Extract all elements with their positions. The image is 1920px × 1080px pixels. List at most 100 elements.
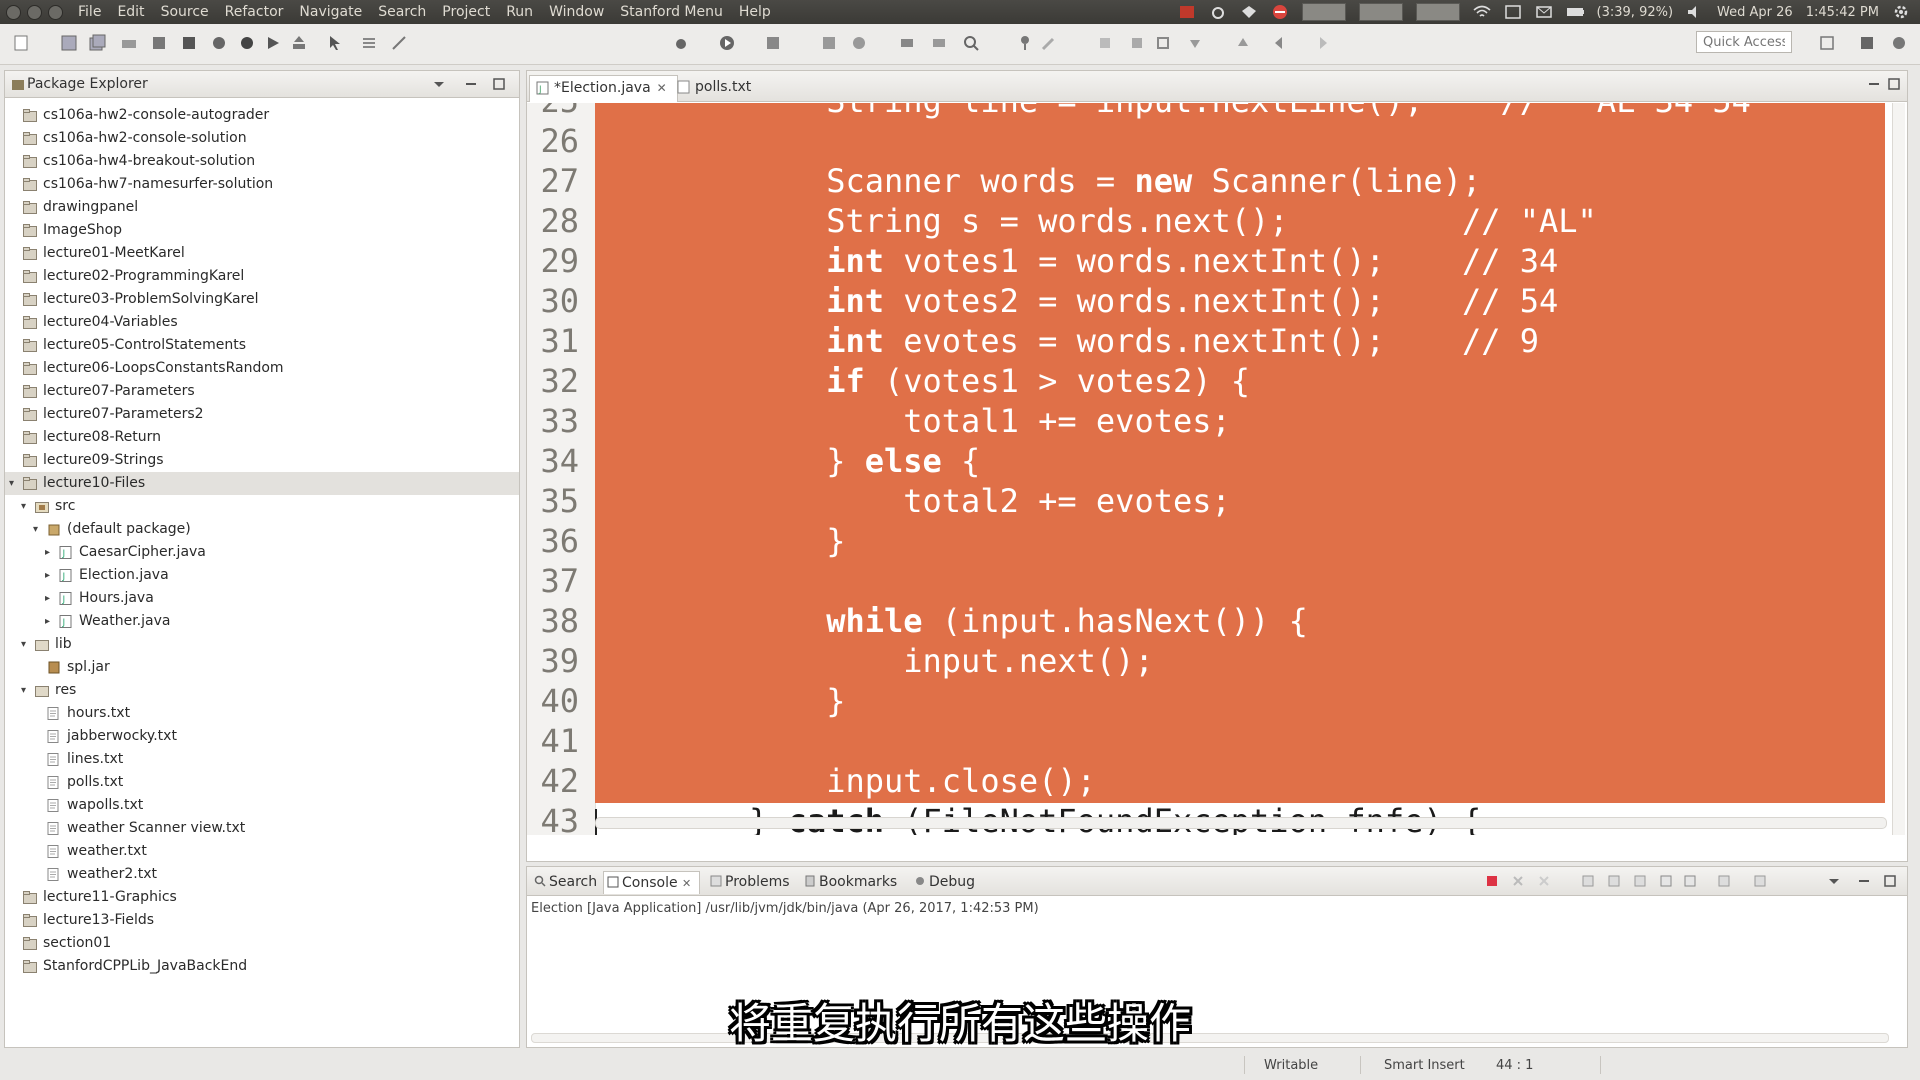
toggle-mark-icon[interactable] [1096,34,1114,52]
edit-marker-icon[interactable] [1040,34,1058,52]
tree-item[interactable]: lecture01-MeetKarel [5,242,519,265]
block-select-icon[interactable] [1154,34,1172,52]
open-perspective-icon[interactable] [1818,34,1836,52]
collapse-arrow-icon[interactable]: ▾ [21,633,31,656]
tree-item[interactable]: ▸ J Weather.java [5,610,519,633]
close-window-button[interactable] [6,4,21,20]
tree-item[interactable]: ▸ J CaesarCipher.java [5,541,519,564]
tree-item[interactable]: lecture05-ControlStatements [5,334,519,357]
tree-item[interactable]: weather.txt [5,840,519,863]
menu-run[interactable]: Run [498,0,541,24]
network-icon[interactable] [1209,4,1227,20]
upload-icon[interactable] [290,34,308,52]
tree-item[interactable]: ▾ lecture10-Files [5,472,519,495]
code-line[interactable]: int votes2 = words.nextInt(); // 54 [595,281,1558,321]
minimize-icon[interactable] [463,76,479,92]
tree-item[interactable]: lines.txt [5,748,519,771]
volume-icon[interactable] [1686,4,1704,20]
scroll-lock-icon[interactable] [1607,874,1623,888]
grid-icon[interactable] [180,34,198,52]
expand-arrow-icon[interactable]: ▸ [45,541,55,564]
do-not-disturb-icon[interactable] [1271,4,1289,20]
display-console-icon[interactable] [1717,874,1733,888]
code-line[interactable]: if (votes1 > votes2) { [595,361,1250,401]
view-menu-icon[interactable] [431,76,447,92]
pin-icon[interactable] [1016,34,1034,52]
tree-item[interactable]: ImageShop [5,219,519,242]
debug-perspective-icon[interactable] [1890,34,1908,52]
maximize-window-button[interactable] [48,4,63,20]
save-all-icon[interactable] [88,34,106,52]
debug-icon[interactable] [672,34,690,52]
console-view-menu-icon[interactable] [1827,874,1843,888]
tree-item[interactable]: spl.jar [5,656,519,679]
tree-item[interactable]: cs106a-hw7-namesurfer-solution [5,173,519,196]
code-line[interactable]: input.next(); [595,641,1153,681]
editor-maximize-icon[interactable] [1887,77,1901,91]
tree-item[interactable]: weather2.txt [5,863,519,886]
vertical-scrollbar[interactable] [1892,103,1905,835]
editor-minimize-icon[interactable] [1867,77,1881,91]
clear-console-icon[interactable] [1581,874,1597,888]
next-annotation-icon[interactable] [1186,34,1204,52]
tree-item[interactable]: lecture13-Fields [5,909,519,932]
tree-item[interactable]: cs106a-hw2-console-solution [5,127,519,150]
new-java-project-icon[interactable] [820,34,838,52]
menu-file[interactable]: File [70,0,109,24]
close-tab-icon[interactable]: ✕ [682,877,691,890]
console-minimize-icon[interactable] [1857,874,1873,888]
battery-icon[interactable] [1566,4,1584,20]
code-line[interactable]: String line = input.nextLine(); // "AL 3… [595,103,1770,121]
word-wrap-icon[interactable] [1633,874,1649,888]
collapse-arrow-icon[interactable]: ▾ [9,472,19,495]
menu-edit[interactable]: Edit [109,0,152,24]
run-icon[interactable] [718,34,736,52]
show-console-icon[interactable] [1683,874,1699,888]
collapse-arrow-icon[interactable]: ▾ [33,518,43,541]
new-class-icon[interactable] [850,34,868,52]
code-line[interactable]: } [595,521,845,561]
code-line[interactable]: } [595,681,845,721]
tree-item[interactable]: lecture09-Strings [5,449,519,472]
tree-item[interactable]: weather Scanner view.txt [5,817,519,840]
tree-item[interactable]: cs106a-hw4-breakout-solution [5,150,519,173]
java-perspective-icon[interactable] [1858,34,1876,52]
wifi-icon[interactable] [1473,4,1491,20]
keyboard-layout-icon[interactable] [1504,4,1522,20]
tree-item[interactable]: lecture07-Parameters2 [5,403,519,426]
terminate-icon[interactable] [1485,874,1501,888]
tree-item[interactable]: ▸ J Hours.java [5,587,519,610]
code-line[interactable]: Scanner words = new Scanner(line); [595,161,1481,201]
tree-item[interactable]: StanfordCPPLib_JavaBackEnd [5,955,519,978]
console-maximize-icon[interactable] [1883,874,1899,888]
run-karel-icon[interactable] [210,34,228,52]
list-icon[interactable] [360,34,378,52]
tree-item[interactable]: ▾ res [5,679,519,702]
tab-problems[interactable]: Problems [707,871,790,893]
menu-navigate[interactable]: Navigate [291,0,370,24]
tree-item[interactable]: lecture03-ProblemSolvingKarel [5,288,519,311]
tree-item[interactable]: hours.txt [5,702,519,725]
tree-item[interactable]: lecture06-LoopsConstantsRandom [5,357,519,380]
tree-item[interactable]: lecture07-Parameters [5,380,519,403]
debug-karel-icon[interactable] [238,34,256,52]
tree-item[interactable]: polls.txt [5,771,519,794]
expand-arrow-icon[interactable]: ▸ [45,564,55,587]
menu-project[interactable]: Project [434,0,498,24]
open-task-icon[interactable] [930,34,948,52]
horizontal-scrollbar[interactable] [595,817,1887,829]
java-run-icon[interactable] [264,34,282,52]
code-line[interactable]: total2 += evotes; [595,481,1231,521]
tree-item[interactable]: wapolls.txt [5,794,519,817]
clock-date[interactable]: Wed Apr 26 [1717,5,1793,20]
back-icon[interactable] [1272,34,1290,52]
settings-gear-icon[interactable] [1892,4,1910,20]
menu-search[interactable]: Search [370,0,434,24]
tree-item[interactable]: jabberwocky.txt [5,725,519,748]
tree-item[interactable]: ▾ lib [5,633,519,656]
minimize-window-button[interactable] [27,4,42,20]
collapse-arrow-icon[interactable]: ▾ [21,679,31,702]
clock-time[interactable]: 1:45:42 PM [1806,5,1879,20]
close-tab-icon[interactable]: ✕ [657,81,667,95]
karel-icon[interactable] [150,34,168,52]
